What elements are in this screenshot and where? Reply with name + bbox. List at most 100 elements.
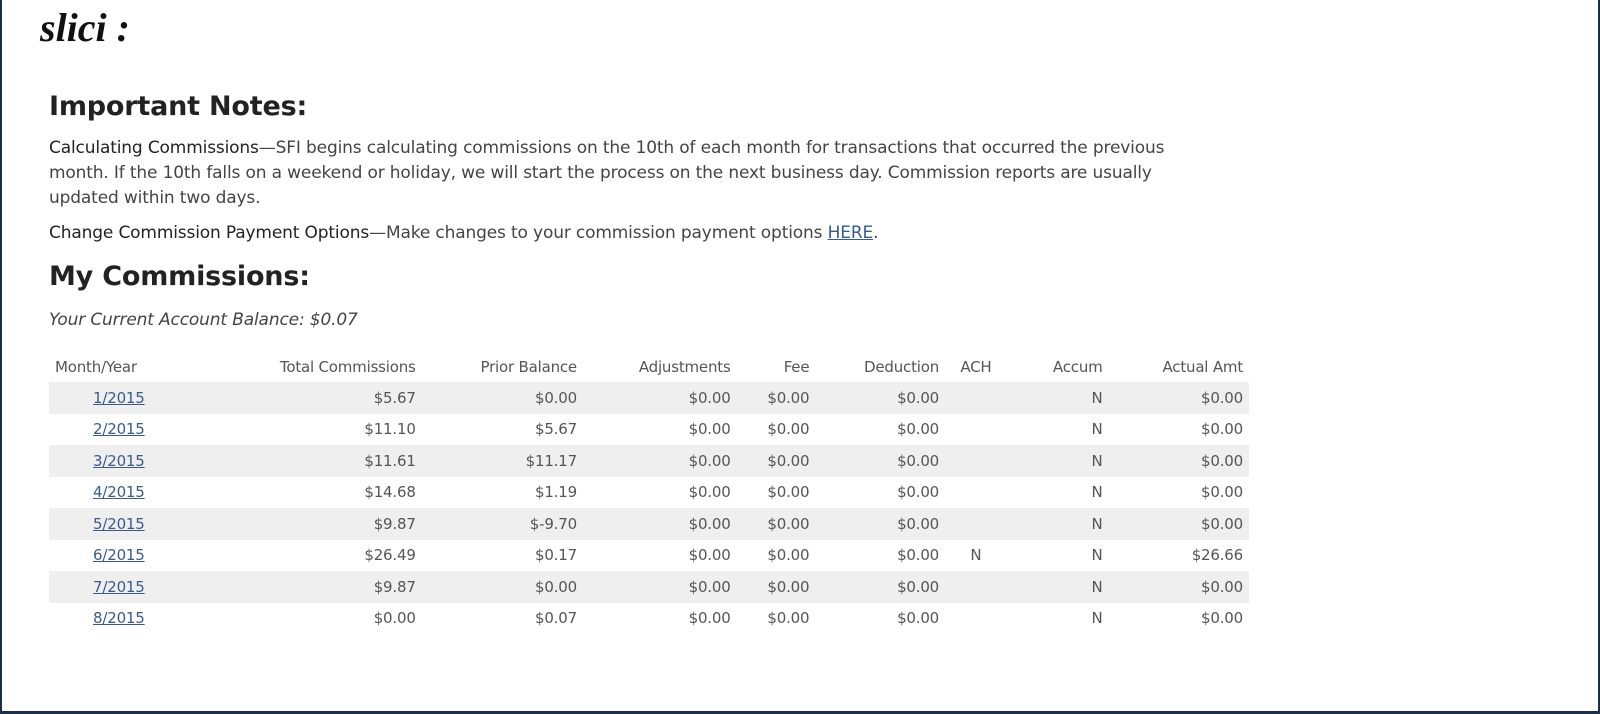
fee-cell: $0.00 xyxy=(767,483,810,502)
deduction-cell: $0.00 xyxy=(897,420,940,439)
prior-balance-cell: $11.17 xyxy=(525,451,577,470)
adjustments-cell: $0.00 xyxy=(688,388,731,407)
actual-amt-cell: $0.00 xyxy=(1201,514,1243,533)
adjustments-cell: $0.00 xyxy=(688,451,731,470)
month-link[interactable]: 5/2015 xyxy=(93,515,145,533)
deduction-cell: $0.00 xyxy=(897,609,940,628)
total-commissions-cell: $14.68 xyxy=(364,483,416,502)
frame-left-border xyxy=(0,0,2,714)
table-row: 1/2015 $5.67 $0.00 $0.00 $0.00 $0.00 N $… xyxy=(49,382,1249,414)
fee-cell: $0.00 xyxy=(767,388,810,407)
fee-cell: $0.00 xyxy=(767,546,810,565)
total-commissions-cell: $26.49 xyxy=(364,546,416,565)
payment-options-lead: Change Commission Payment Options xyxy=(49,223,370,243)
column-header-prior-balance: Prior Balance xyxy=(480,358,578,376)
ach-cell: N xyxy=(970,546,982,565)
month-link[interactable]: 4/2015 xyxy=(93,483,145,501)
adjustments-cell: $0.00 xyxy=(688,609,731,628)
deduction-cell: $0.00 xyxy=(897,514,940,533)
main-content: Important Notes: Calculating Commissions… xyxy=(49,86,1249,634)
table-row: 4/2015 $14.68 $1.19 $0.00 $0.00 $0.00 N … xyxy=(49,477,1249,509)
prior-balance-cell: $0.00 xyxy=(535,388,577,407)
month-link[interactable]: 1/2015 xyxy=(93,389,145,407)
accum-cell: N xyxy=(1091,609,1103,628)
column-header-month: Month/Year xyxy=(55,358,137,376)
prior-balance-cell: $0.07 xyxy=(535,609,577,628)
total-commissions-cell: $11.10 xyxy=(364,420,416,439)
column-header-deduction: Deduction xyxy=(864,358,940,376)
accum-cell: N xyxy=(1091,388,1103,407)
prior-balance-cell: $1.19 xyxy=(535,483,577,502)
prior-balance-cell: $0.17 xyxy=(535,546,577,565)
table-header-row: Month/Year Total Commissions Prior Balan… xyxy=(49,352,1249,382)
accum-cell: N xyxy=(1091,514,1103,533)
ach-cell xyxy=(945,508,1007,540)
commissions-table: Month/Year Total Commissions Prior Balan… xyxy=(49,352,1249,634)
adjustments-cell: $0.00 xyxy=(688,420,731,439)
deduction-cell: $0.00 xyxy=(897,388,940,407)
column-header-ach: ACH xyxy=(960,358,992,376)
fee-cell: $0.00 xyxy=(767,451,810,470)
table-row: 5/2015 $9.87 $-9.70 $0.00 $0.00 $0.00 N … xyxy=(49,508,1249,540)
month-link[interactable]: 8/2015 xyxy=(93,609,145,627)
total-commissions-cell: $0.00 xyxy=(373,609,416,628)
adjustments-cell: $0.00 xyxy=(688,546,731,565)
column-header-total-commissions: Total Commissions xyxy=(279,358,416,376)
month-link[interactable]: 6/2015 xyxy=(93,546,145,564)
payment-options-here-link[interactable]: HERE xyxy=(828,223,874,243)
my-commissions-heading: My Commissions: xyxy=(49,261,310,292)
calculating-commissions-note: Calculating Commissions—SFI begins calcu… xyxy=(49,136,1199,211)
deduction-cell: $0.00 xyxy=(897,546,940,565)
total-commissions-cell: $11.61 xyxy=(364,451,416,470)
calculating-commissions-lead: Calculating Commissions xyxy=(49,138,259,158)
account-balance: Your Current Account Balance: $0.07 xyxy=(49,310,358,330)
page-title: slici : xyxy=(40,5,130,50)
ach-cell xyxy=(945,414,1007,446)
deduction-cell: $0.00 xyxy=(897,577,940,596)
adjustments-cell: $0.00 xyxy=(688,483,731,502)
accum-cell: N xyxy=(1091,420,1103,439)
ach-cell xyxy=(945,603,1007,635)
fee-cell: $0.00 xyxy=(767,514,810,533)
column-header-actual-amt: Actual Amt xyxy=(1162,358,1243,376)
column-header-adjustments: Adjustments xyxy=(638,358,731,376)
fee-cell: $0.00 xyxy=(767,609,810,628)
accum-cell: N xyxy=(1091,483,1103,502)
table-row: 8/2015 $0.00 $0.07 $0.00 $0.00 $0.00 N $… xyxy=(49,603,1249,635)
actual-amt-cell: $0.00 xyxy=(1201,609,1243,628)
total-commissions-cell: $9.87 xyxy=(373,514,416,533)
accum-cell: N xyxy=(1091,451,1103,470)
payment-options-note: Change Commission Payment Options—Make c… xyxy=(49,221,1199,246)
payment-options-text: Make changes to your commission payment … xyxy=(385,223,828,243)
calculating-commissions-dash: — xyxy=(258,138,276,158)
actual-amt-cell: $0.00 xyxy=(1201,483,1243,502)
payment-options-dash: — xyxy=(369,223,386,243)
actual-amt-cell: $0.00 xyxy=(1201,420,1243,439)
month-link[interactable]: 7/2015 xyxy=(93,578,145,596)
prior-balance-cell: $0.00 xyxy=(535,577,577,596)
actual-amt-cell: $0.00 xyxy=(1201,451,1243,470)
total-commissions-cell: $9.87 xyxy=(373,577,416,596)
prior-balance-cell: $5.67 xyxy=(535,420,577,439)
payment-options-period: . xyxy=(873,223,879,243)
actual-amt-cell: $26.66 xyxy=(1191,546,1243,565)
prior-balance-cell: $-9.70 xyxy=(529,514,577,533)
column-header-accum: Accum xyxy=(1052,358,1103,376)
actual-amt-cell: $0.00 xyxy=(1201,577,1243,596)
adjustments-cell: $0.00 xyxy=(688,577,731,596)
total-commissions-cell: $5.67 xyxy=(373,388,416,407)
table-row: 3/2015 $11.61 $11.17 $0.00 $0.00 $0.00 N… xyxy=(49,445,1249,477)
month-link[interactable]: 3/2015 xyxy=(93,452,145,470)
accum-cell: N xyxy=(1091,546,1103,565)
table-row: 7/2015 $9.87 $0.00 $0.00 $0.00 $0.00 N $… xyxy=(49,571,1249,603)
fee-cell: $0.00 xyxy=(767,420,810,439)
table-row: 2/2015 $11.10 $5.67 $0.00 $0.00 $0.00 N … xyxy=(49,414,1249,446)
deduction-cell: $0.00 xyxy=(897,483,940,502)
actual-amt-cell: $0.00 xyxy=(1201,388,1243,407)
important-notes-heading: Important Notes: xyxy=(49,91,308,122)
ach-cell xyxy=(945,445,1007,477)
month-link[interactable]: 2/2015 xyxy=(93,420,145,438)
ach-cell xyxy=(945,571,1007,603)
adjustments-cell: $0.00 xyxy=(688,514,731,533)
ach-cell xyxy=(945,382,1007,414)
